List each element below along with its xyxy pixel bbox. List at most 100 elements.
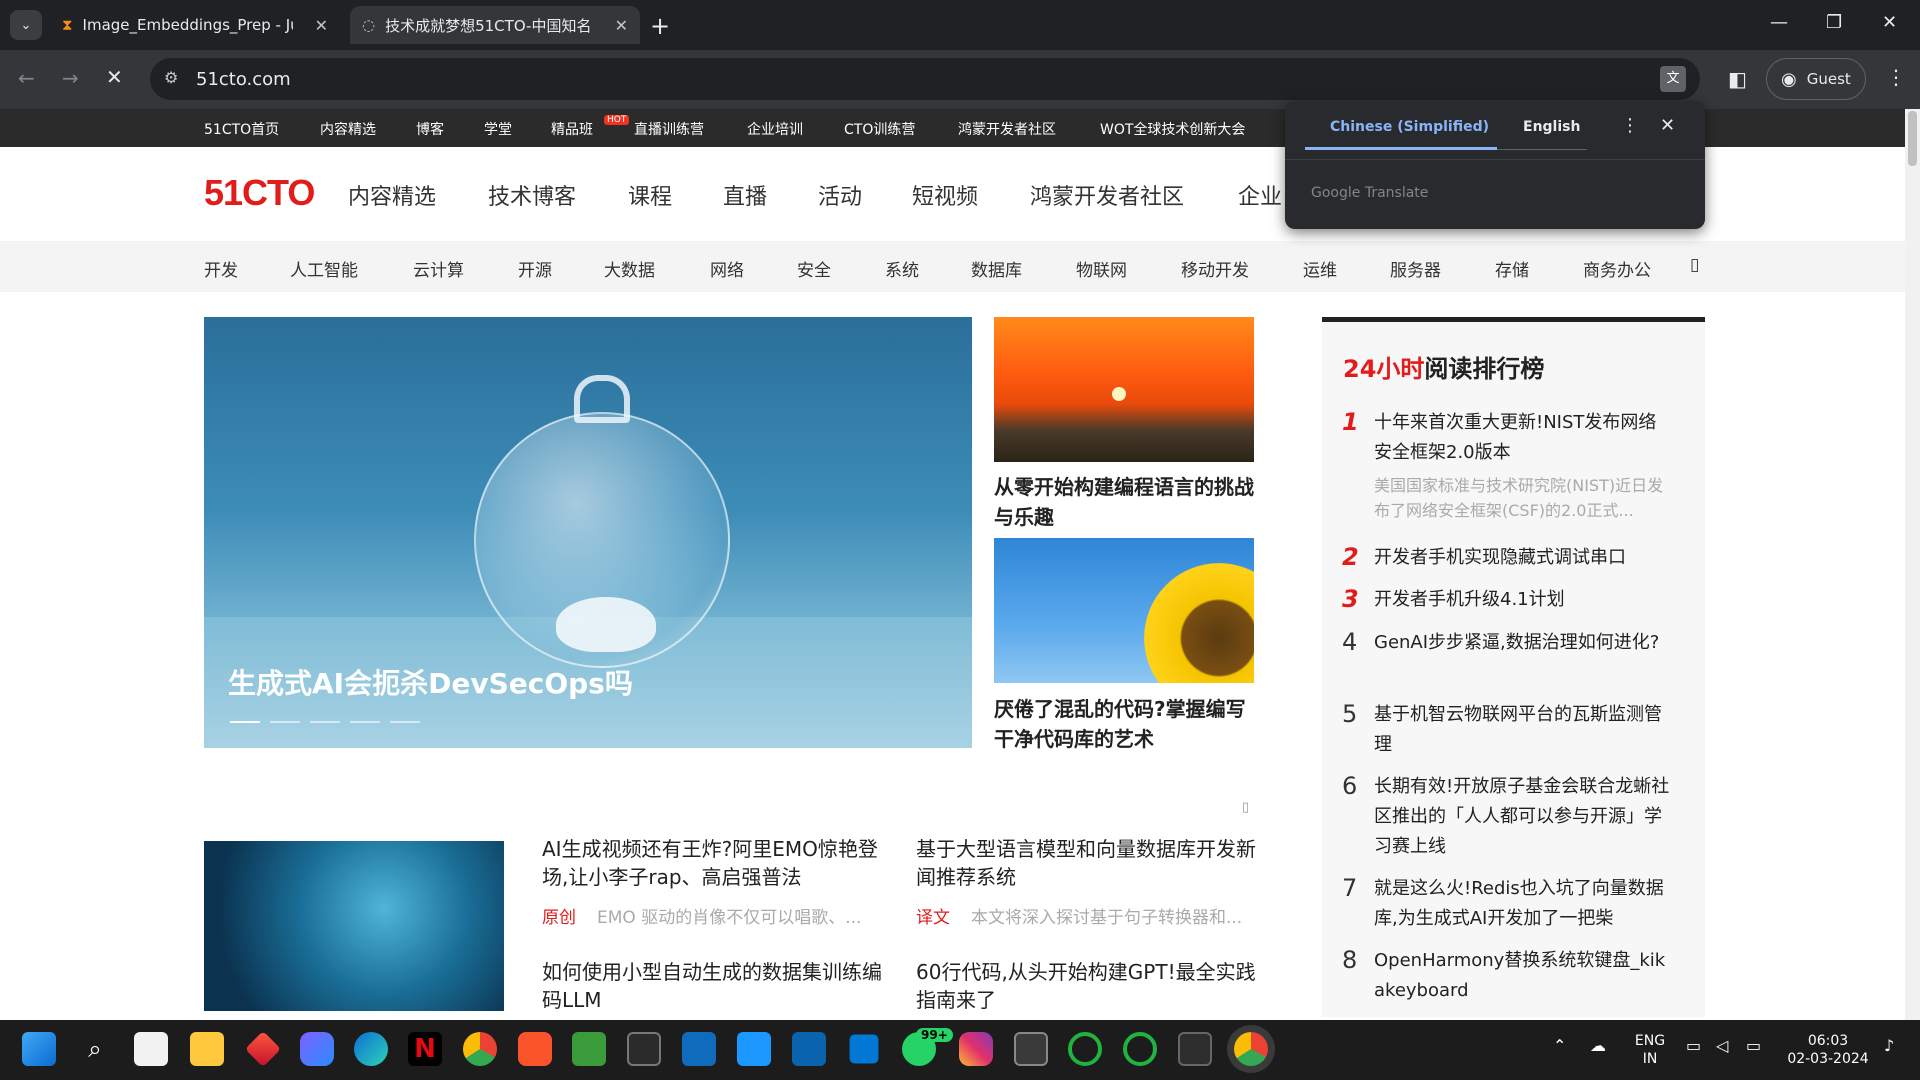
category-item[interactable]: 安全 [797, 256, 831, 281]
volume-icon[interactable]: ◁ [1716, 1036, 1728, 1055]
rank-item-title[interactable]: 十年来首次重大更新!NIST发布网络安全框架2.0版本 [1374, 408, 1674, 468]
topnav-item[interactable]: 学堂 [484, 119, 512, 139]
notification-bell-icon[interactable]: ♪ [1884, 1036, 1894, 1055]
profile-button[interactable]: ◉ Guest [1766, 58, 1866, 100]
url-text[interactable]: 51cto.com [196, 69, 291, 90]
close-icon[interactable]: ✕ [1660, 115, 1675, 136]
hero-banner[interactable]: 生成式AI会扼杀DevSecOps吗 [204, 317, 972, 748]
category-item[interactable]: 系统 [885, 256, 919, 281]
article-title[interactable]: 基于大型语言模型和向量数据库开发新闻推荐系统 [916, 835, 1256, 891]
topnav-item[interactable]: WOT全球技术创新大会 [1100, 119, 1245, 139]
address-bar[interactable]: ⚙ 51cto.com 文 [150, 58, 1700, 100]
category-item[interactable]: 存储 [1495, 256, 1529, 281]
outlook-icon[interactable] [792, 1032, 826, 1066]
language-indicator[interactable]: ENG IN [1630, 1032, 1670, 1068]
store-icon[interactable] [134, 1032, 168, 1066]
main-nav-item[interactable]: 课程 [628, 179, 672, 211]
category-item[interactable]: 运维 [1303, 256, 1337, 281]
close-window-icon[interactable]: ✕ [1882, 12, 1897, 33]
main-nav-item[interactable]: 短视频 [912, 179, 978, 211]
minimize-icon[interactable]: — [1770, 12, 1788, 33]
edge-icon[interactable] [354, 1032, 388, 1066]
brave-icon[interactable] [518, 1032, 552, 1066]
restore-icon[interactable]: ❐ [1826, 12, 1842, 33]
topnav-item[interactable]: 博客 [416, 119, 444, 139]
chrome-icon[interactable] [1234, 1032, 1268, 1066]
category-item[interactable]: 网络 [710, 256, 744, 281]
rank-item-title[interactable]: 开发者手机升级4.1计划 [1374, 585, 1674, 615]
category-item[interactable]: 数据库 [971, 256, 1022, 281]
category-item[interactable]: 商务办公 [1583, 256, 1651, 281]
tab-51cto[interactable]: ◌ 技术成就梦想51CTO-中国知名 ✕ [350, 6, 640, 44]
app-icon[interactable] [682, 1032, 716, 1066]
category-item[interactable]: 云计算 [413, 256, 464, 281]
network-thumbnail[interactable] [204, 841, 504, 1011]
topnav-item[interactable]: 企业培训 [747, 119, 803, 139]
start-icon[interactable] [22, 1032, 56, 1066]
search-icon[interactable]: ⌕ [78, 1032, 112, 1066]
carousel-dot[interactable] [390, 721, 420, 723]
rank-item-title[interactable]: 长期有效!开放原子基金会联合龙蜥社区推出的「人人都可以参与开源」学习赛上线 [1374, 772, 1674, 862]
app-icon[interactable] [1014, 1032, 1048, 1066]
main-nav-item[interactable]: 活动 [818, 179, 862, 211]
hero-title[interactable]: 生成式AI会扼杀DevSecOps吗 [228, 662, 633, 702]
chevron-up-icon[interactable]: ⌃ [1553, 1036, 1566, 1055]
rank-item-title[interactable]: GenAI步步紧逼,数据治理如何进化? [1374, 628, 1674, 658]
category-item[interactable]: 移动开发 [1181, 256, 1249, 281]
site-logo[interactable]: 51CTO [204, 172, 315, 214]
rank-item-title[interactable]: 就是这么火!Redis也入坑了向量数据库,为生成式AI开发加了一把柴 [1374, 874, 1674, 934]
instagram-icon[interactable] [959, 1032, 993, 1066]
terminal-icon[interactable] [627, 1032, 661, 1066]
topnav-item[interactable]: 直播训练营 [634, 119, 704, 139]
sunflower-thumbnail[interactable] [994, 538, 1254, 683]
tab-search-button[interactable]: ⌄ [10, 10, 42, 40]
clock[interactable]: 06:03 02-03-2024 [1780, 1032, 1876, 1068]
rank-item-title[interactable]: 开发者手机实现隐藏式调试串口 [1374, 543, 1674, 573]
rank-item-title[interactable]: OpenHarmony替换系统软键盘_kikakeyboard [1374, 946, 1674, 1006]
chrome-icon[interactable] [463, 1032, 497, 1066]
cloud-icon[interactable]: ☁ [1590, 1036, 1606, 1055]
category-item[interactable]: 开发 [204, 256, 238, 281]
main-nav-item[interactable]: 鸿蒙开发者社区 [1030, 179, 1184, 211]
article-title[interactable]: AI生成视频还有王炸?阿里EMO惊艳登场,让小李子rap、高启强普法 [542, 835, 882, 891]
image-viewer-icon[interactable] [572, 1032, 606, 1066]
topnav-item[interactable]: CTO训练营 [844, 119, 915, 139]
file-explorer-icon[interactable] [190, 1032, 224, 1066]
tab-jupyter[interactable]: ⧗ Image_Embeddings_Prep - Jupy ✕ [50, 6, 340, 44]
menu-icon[interactable]: ⋮ [1886, 65, 1906, 89]
topnav-item[interactable]: 51CTO首页 [204, 119, 279, 139]
topnav-item[interactable]: 内容精选 [320, 119, 376, 139]
terminal-icon[interactable] [1178, 1032, 1212, 1066]
prime-video-icon[interactable] [737, 1032, 771, 1066]
carousel-dot[interactable] [230, 721, 260, 723]
vscode-icon[interactable] [849, 1034, 879, 1064]
scroll-thumb[interactable] [1908, 111, 1917, 166]
translate-icon[interactable]: 文 [1660, 66, 1686, 92]
tab-target-language[interactable]: English [1523, 119, 1580, 135]
forward-icon[interactable]: → [62, 66, 79, 90]
side-panel-icon[interactable]: ◧ [1728, 67, 1747, 91]
page-scrollbar[interactable] [1905, 109, 1920, 1020]
carousel-dot[interactable] [310, 721, 340, 723]
side-article-title[interactable]: 厌倦了混乱的代码?掌握编写干净代码库的艺术 [994, 694, 1256, 754]
app-icon[interactable] [244, 1030, 282, 1068]
article-title[interactable]: 60行代码,从头开始构建GPT!最全实践指南来了 [916, 958, 1256, 1014]
more-icon[interactable]: ▯ [1690, 255, 1699, 275]
network-icon[interactable]: ▭ [1686, 1036, 1701, 1055]
copilot-icon[interactable] [300, 1032, 334, 1066]
category-item[interactable]: 人工智能 [290, 256, 358, 281]
category-item[interactable]: 开源 [518, 256, 552, 281]
main-nav-item[interactable]: 企业 [1238, 179, 1282, 211]
more-options-icon[interactable]: ⋮ [1621, 115, 1639, 136]
carousel-dot[interactable] [270, 721, 300, 723]
app-icon[interactable] [1068, 1032, 1102, 1066]
category-item[interactable]: 物联网 [1076, 256, 1127, 281]
category-item[interactable]: 大数据 [604, 256, 655, 281]
back-icon[interactable]: ← [18, 66, 35, 90]
article-title[interactable]: 如何使用小型自动生成的数据集训练编码LLM [542, 958, 882, 1014]
new-tab-button[interactable]: + [650, 12, 670, 40]
main-nav-item[interactable]: 内容精选 [348, 179, 436, 211]
tab-source-language[interactable]: Chinese (Simplified) [1330, 119, 1489, 135]
netflix-icon[interactable]: N [408, 1032, 442, 1066]
side-article-title[interactable]: 从零开始构建编程语言的挑战与乐趣 [994, 472, 1256, 532]
